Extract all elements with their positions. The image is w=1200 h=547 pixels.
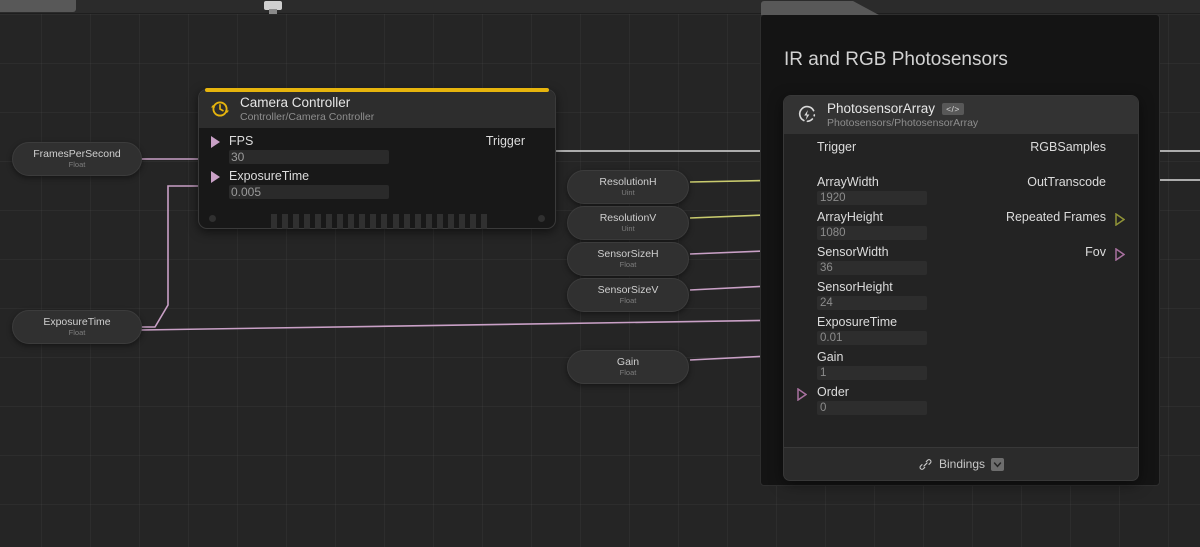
node-camera-controller[interactable]: Camera Controller Controller/Camera Cont… <box>198 88 556 229</box>
variable-node-type: Float <box>68 327 86 337</box>
variable-node-type: Float <box>619 295 637 305</box>
input-value-fps[interactable]: 30 <box>229 150 389 164</box>
input-value-gain[interactable]: 1 <box>817 366 927 380</box>
variable-node-exposuretime[interactable]: ExposureTime Float <box>12 310 142 344</box>
input-port-order[interactable] <box>797 388 807 401</box>
input-value-order[interactable]: 0 <box>817 401 927 415</box>
variable-node-type: Uint <box>621 187 635 197</box>
output-label-outtranscode: OutTranscode <box>1027 175 1106 189</box>
variable-node-name: SensorSizeV <box>597 284 659 297</box>
node-subtitle: Photosensors/PhotosensorArray <box>827 116 979 129</box>
input-value-sensorwidth[interactable]: 36 <box>817 261 927 275</box>
variable-node-type: Float <box>619 259 637 269</box>
node-header[interactable]: PhotosensorArray </> Photosensors/Photos… <box>784 96 1138 134</box>
chip-dot-right <box>538 215 545 222</box>
variable-node-sensorsizev[interactable]: SensorSizeV Float <box>567 278 689 312</box>
variable-node-name: ExposureTime <box>43 316 111 329</box>
top-toolbar <box>0 0 1200 14</box>
chip-pins <box>271 214 487 229</box>
input-label-sensorwidth: SensorWidth <box>817 245 889 259</box>
output-port-repeatedframes[interactable] <box>1115 213 1125 226</box>
input-label-gain: Gain <box>817 350 844 364</box>
input-label-exposuretime: ExposureTime <box>817 315 898 329</box>
port-row-arraywidth: ArrayWidth 1920 OutTranscode <box>784 173 1138 208</box>
input-value-sensorheight[interactable]: 24 <box>817 296 927 310</box>
variable-node-resolutionv[interactable]: ResolutionV Uint <box>567 206 689 240</box>
input-label-exposuretime: ExposureTime <box>229 169 310 183</box>
variable-node-name: ResolutionV <box>599 212 657 225</box>
node-header[interactable]: Camera Controller Controller/Camera Cont… <box>199 90 555 128</box>
variable-node-sensorsizeh[interactable]: SensorSizeH Float <box>567 242 689 276</box>
clock-refresh-icon <box>211 101 229 117</box>
bindings-label: Bindings <box>938 457 986 471</box>
input-port-exposuretime[interactable] <box>211 171 220 183</box>
variable-node-gain[interactable]: Gain Float <box>567 350 689 384</box>
port-row-arrayheight: ArrayHeight 1080 Repeated Frames <box>784 208 1138 243</box>
node-title: PhotosensorArray <box>827 101 936 117</box>
input-label-sensorheight: SensorHeight <box>817 280 893 294</box>
variable-node-type: Uint <box>621 223 635 233</box>
node-subtitle: Controller/Camera Controller <box>240 110 375 123</box>
node-ports: FPS 30 Trigger ExposureTime 0.005 <box>199 128 555 204</box>
port-row-exposuretime: ExposureTime 0.005 <box>199 169 555 204</box>
output-label-fov: Fov <box>1085 245 1106 259</box>
output-label-rgbsamples: RGBSamples <box>1030 140 1106 154</box>
port-row-order: Order 0 <box>784 383 1138 418</box>
port-row-sensorheight: SensorHeight 24 <box>784 278 1138 313</box>
variable-node-name: Gain <box>616 356 640 369</box>
output-label-trigger: Trigger <box>485 134 525 148</box>
port-row-exposuretime: ExposureTime 0.01 <box>784 313 1138 348</box>
input-label-arrayheight: ArrayHeight <box>817 210 883 224</box>
variable-node-name: ResolutionH <box>599 176 657 189</box>
input-label-arraywidth: ArrayWidth <box>817 175 879 189</box>
input-value-exposuretime[interactable]: 0.005 <box>229 185 389 199</box>
toolbar-widget[interactable] <box>264 1 282 14</box>
code-badge[interactable]: </> <box>942 102 964 115</box>
toolbar-tab[interactable] <box>0 0 76 12</box>
node-accent-bar <box>205 88 549 92</box>
input-value-arrayheight[interactable]: 1080 <box>817 226 927 240</box>
input-label-fps: FPS <box>229 134 254 148</box>
bolt-circle-icon <box>798 105 816 123</box>
chip-dot-left <box>209 215 216 222</box>
node-photosensorarray[interactable]: PhotosensorArray </> Photosensors/Photos… <box>783 95 1139 480</box>
bindings-checkbox[interactable] <box>991 457 1005 471</box>
node-ports: Trigger RGBSamples ArrayWidth 1920 OutTr… <box>784 134 1138 418</box>
port-row-fps: FPS 30 Trigger <box>199 134 555 169</box>
variable-node-type: Float <box>619 367 637 377</box>
variable-node-framespersecond[interactable]: FramesPerSecond Float <box>12 142 142 176</box>
link-icon <box>919 458 932 470</box>
port-row-sensorwidth: SensorWidth 36 Fov <box>784 243 1138 278</box>
input-port-fps[interactable] <box>211 136 220 148</box>
input-value-exposuretime[interactable]: 0.01 <box>817 331 927 345</box>
output-port-fov[interactable] <box>1115 248 1125 261</box>
port-row-gain: Gain 1 <box>784 348 1138 383</box>
node-title: Camera Controller <box>240 95 351 111</box>
input-label-order: Order <box>817 385 849 399</box>
variable-node-resolutionh[interactable]: ResolutionH Uint <box>567 170 689 204</box>
output-label-repeatedframes: Repeated Frames <box>1005 210 1106 224</box>
group-title: IR and RGB Photosensors <box>784 49 1008 70</box>
variable-node-name: SensorSizeH <box>597 248 659 261</box>
input-label-trigger: Trigger <box>817 140 857 154</box>
group-panel-ir-rgb-photosensors[interactable]: IR and RGB Photosensors PhotosensorArray… <box>760 1 1160 486</box>
port-row-trigger: Trigger RGBSamples <box>784 138 1138 173</box>
input-value-arraywidth[interactable]: 1920 <box>817 191 927 205</box>
bindings-bar[interactable]: Bindings <box>783 447 1139 481</box>
variable-node-type: Float <box>68 159 86 169</box>
chevron-down-icon <box>993 461 1002 468</box>
variable-node-name: FramesPerSecond <box>33 148 121 161</box>
